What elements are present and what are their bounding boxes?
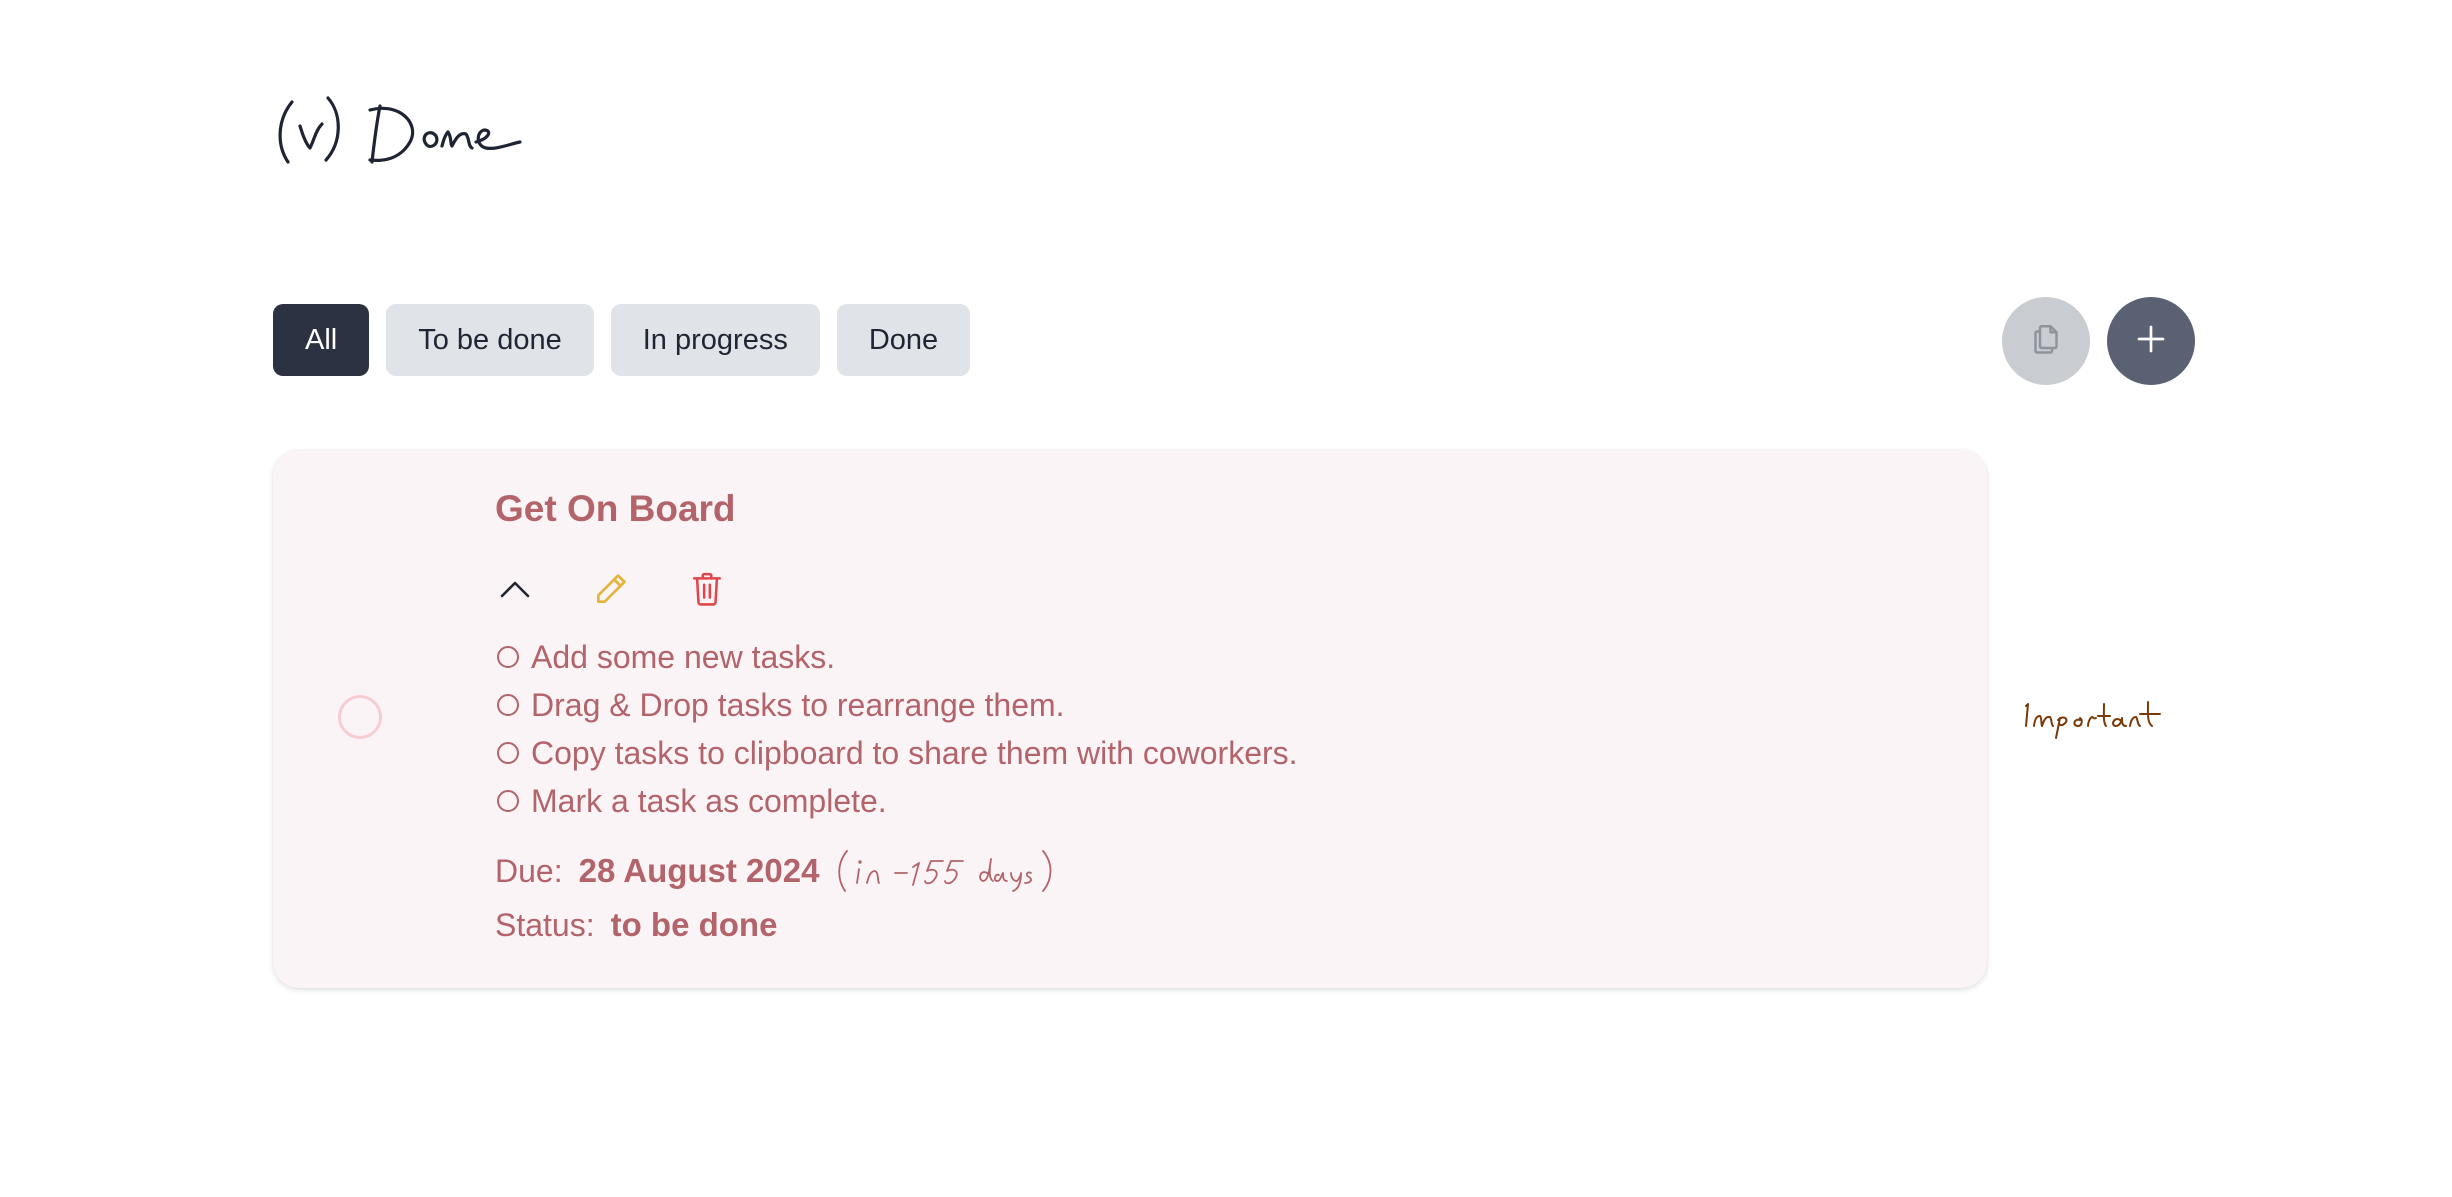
step-circle-icon[interactable] <box>497 694 519 716</box>
step-text: Copy tasks to clipboard to share them wi… <box>531 735 1298 771</box>
task-steps-list: Add some new tasks. Drag & Drop tasks to… <box>495 633 1298 825</box>
plus-icon <box>2133 321 2169 362</box>
filter-in-progress-button[interactable]: In progress <box>610 304 820 376</box>
step-circle-icon[interactable] <box>497 790 519 812</box>
collapse-chevron-up-icon[interactable] <box>495 569 535 609</box>
task-status-line: Status: to be done <box>495 901 1298 949</box>
task-step[interactable]: Drag & Drop tasks to rearrange them. <box>495 681 1298 729</box>
step-text: Drag & Drop tasks to rearrange them. <box>531 687 1065 723</box>
edit-pencil-icon[interactable] <box>591 569 631 609</box>
status-label: Status: <box>495 906 595 943</box>
step-circle-icon[interactable] <box>497 646 519 668</box>
step-text: Add some new tasks. <box>531 639 836 675</box>
task-actions <box>495 567 1298 611</box>
add-task-button[interactable] <box>2107 297 2195 385</box>
due-relative-handwritten <box>833 845 1063 897</box>
due-date: 28 August 2024 <box>578 852 820 889</box>
step-circle-icon[interactable] <box>497 742 519 764</box>
filter-to-be-done-button[interactable]: To be done <box>386 304 594 376</box>
task-title: Get On Board <box>495 488 736 529</box>
step-text: Mark a task as complete. <box>531 783 887 819</box>
filter-done-button[interactable]: Done <box>836 304 971 376</box>
due-label: Due: <box>495 852 563 889</box>
copy-to-clipboard-button[interactable] <box>2002 297 2090 385</box>
app-logo <box>270 84 530 174</box>
task-card[interactable]: Get On Board Add some new tasks. Drag & … <box>273 450 1987 988</box>
task-due-line: Due: 28 August 2024 <box>495 845 1298 897</box>
delete-trash-icon[interactable] <box>687 569 727 609</box>
task-content: Get On Board Add some new tasks. Drag & … <box>495 486 1298 949</box>
priority-label-handwritten <box>2020 692 2185 742</box>
task-step[interactable]: Copy tasks to clipboard to share them wi… <box>495 729 1298 777</box>
filter-tabs: All To be done In progress Done <box>273 304 971 376</box>
filter-all-button[interactable]: All <box>273 304 370 376</box>
task-step[interactable]: Add some new tasks. <box>495 633 1298 681</box>
task-step[interactable]: Mark a task as complete. <box>495 777 1298 825</box>
complete-task-toggle[interactable] <box>338 695 382 739</box>
status-value: to be done <box>610 906 778 943</box>
copy-icon <box>2028 321 2064 362</box>
